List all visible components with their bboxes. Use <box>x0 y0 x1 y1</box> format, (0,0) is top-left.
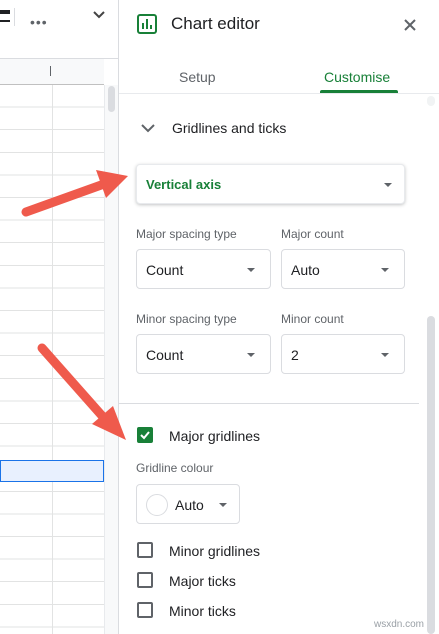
gridline-colour-label: Gridline colour <box>136 461 214 475</box>
minor-count-label: Minor count <box>281 312 344 326</box>
chart-icon <box>137 14 157 39</box>
sheet-scroll-thumb[interactable] <box>108 86 115 112</box>
minor-spacing-select[interactable]: Count <box>136 334 271 374</box>
watermark: wsxdn.com <box>374 619 425 630</box>
minor-spacing-label: Minor spacing type <box>136 312 237 326</box>
sheet-scrollbar[interactable] <box>104 85 118 634</box>
major-count-value: Auto <box>291 262 320 278</box>
more-options-icon[interactable]: ••• <box>30 14 48 30</box>
tab-customise[interactable]: Customise <box>324 69 390 85</box>
chart-editor-panel: Chart editor Setup Customise Gridlines a… <box>118 0 439 634</box>
sheet-toolbar: ••• <box>0 0 118 59</box>
toolbar-divider <box>14 8 15 26</box>
close-icon[interactable] <box>403 18 417 37</box>
grid-column-line <box>52 85 53 634</box>
minor-ticks-checkbox[interactable] <box>137 602 153 618</box>
chevron-down-icon <box>247 353 255 357</box>
panel-scroll-thumb[interactable] <box>427 316 435 634</box>
selected-cell[interactable] <box>0 460 104 482</box>
tab-divider <box>119 93 439 94</box>
spreadsheet-area: ••• <box>0 0 118 634</box>
chevron-down-icon <box>219 503 227 507</box>
major-gridlines-checkbox[interactable] <box>137 427 153 443</box>
minor-count-select[interactable]: 2 <box>281 334 405 374</box>
chevron-down-icon <box>247 268 255 272</box>
major-ticks-checkbox[interactable] <box>137 572 153 588</box>
chevron-down-icon <box>381 268 389 272</box>
color-swatch <box>146 494 168 516</box>
column-header <box>0 59 104 85</box>
section-divider <box>119 403 419 404</box>
major-count-label: Major count <box>281 227 344 241</box>
tab-setup[interactable]: Setup <box>179 69 216 85</box>
major-ticks-label[interactable]: Major ticks <box>169 573 236 589</box>
major-spacing-value: Count <box>146 262 184 278</box>
axis-select[interactable]: Vertical axis <box>136 164 405 204</box>
major-count-select[interactable]: Auto <box>281 249 405 289</box>
major-spacing-select[interactable]: Count <box>136 249 271 289</box>
minor-gridlines-checkbox[interactable] <box>137 542 153 558</box>
section-collapse-icon[interactable] <box>141 120 155 138</box>
major-gridlines-label[interactable]: Major gridlines <box>169 428 260 444</box>
major-spacing-label: Major spacing type <box>136 227 237 241</box>
section-title[interactable]: Gridlines and ticks <box>172 120 286 136</box>
minor-count-value: 2 <box>291 347 299 363</box>
collapse-toolbar-icon[interactable] <box>92 8 106 26</box>
column-resize-handle[interactable] <box>50 66 51 76</box>
minor-ticks-label[interactable]: Minor ticks <box>169 603 236 619</box>
gridline-colour-value: Auto <box>175 497 204 513</box>
panel-title: Chart editor <box>171 14 260 33</box>
panel-scroll-thumb-top[interactable] <box>427 96 435 106</box>
text-color-underline <box>0 20 10 22</box>
axis-select-value: Vertical axis <box>146 177 222 192</box>
text-color-icon[interactable] <box>0 10 10 14</box>
check-icon <box>140 431 150 440</box>
gridline-colour-select[interactable]: Auto <box>136 484 240 524</box>
minor-gridlines-label[interactable]: Minor gridlines <box>169 543 260 559</box>
chevron-down-icon <box>384 183 392 187</box>
minor-spacing-value: Count <box>146 347 184 363</box>
chevron-down-icon <box>381 353 389 357</box>
